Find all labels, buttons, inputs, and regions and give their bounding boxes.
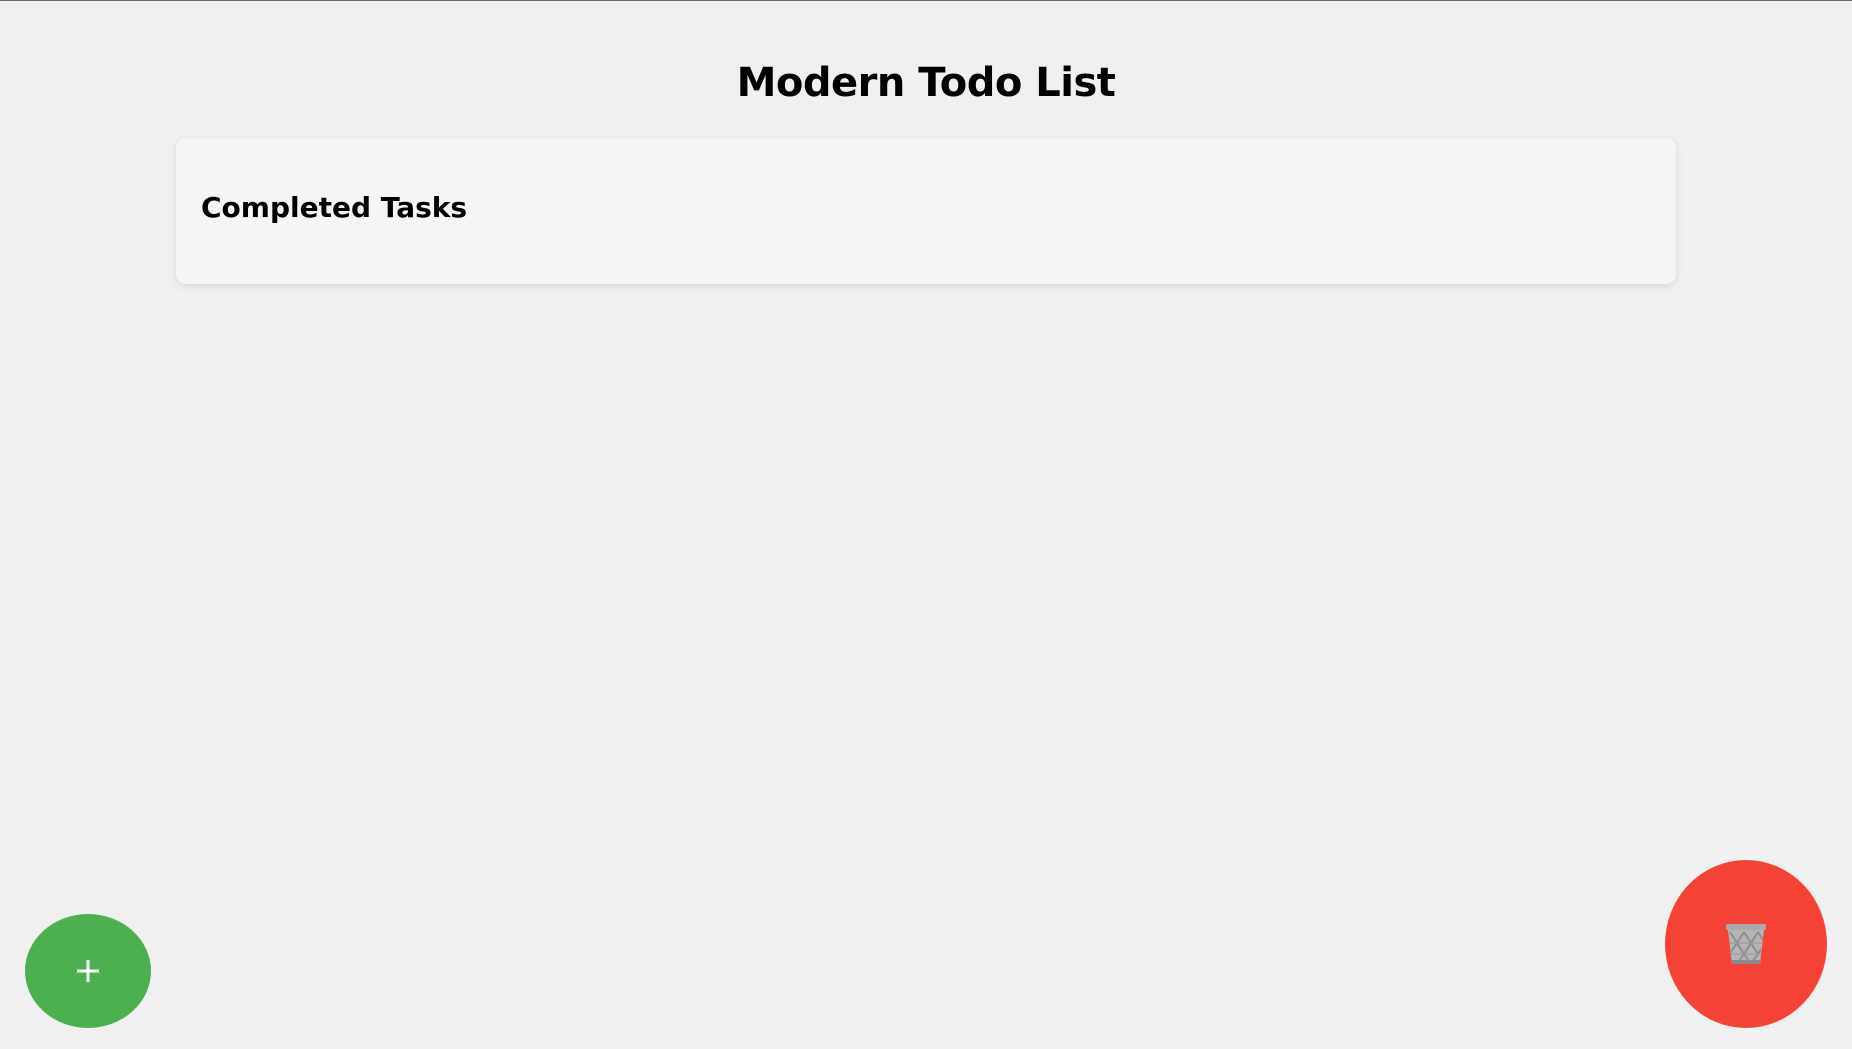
top-border	[0, 0, 1852, 1]
add-task-button[interactable]	[25, 914, 151, 1028]
trash-icon	[1726, 924, 1766, 965]
clear-completed-button[interactable]	[1665, 860, 1827, 1028]
completed-tasks-section: Completed Tasks	[176, 138, 1676, 284]
plus-icon	[77, 960, 99, 982]
page-title: Modern Todo List	[736, 60, 1116, 106]
completed-tasks-heading: Completed Tasks	[201, 191, 468, 224]
